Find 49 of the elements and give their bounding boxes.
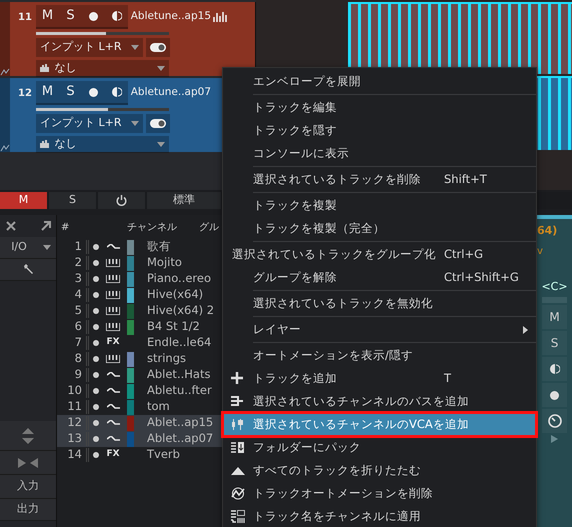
input-label: インプット L+R xyxy=(40,39,122,56)
io-label: I/O xyxy=(10,239,28,256)
channel-name: Ablet..Hats xyxy=(147,366,210,384)
channel-number: 1 xyxy=(74,238,82,256)
channel-name: tom xyxy=(147,398,170,416)
input-label: インプット L+R xyxy=(40,115,122,132)
channel-name: B4 St 1/2 xyxy=(147,318,200,336)
channel-name: Tverb xyxy=(147,446,180,464)
shortcut-label: T xyxy=(444,370,452,387)
shortcut-label: Shift+T xyxy=(444,170,488,188)
number-column-header: # xyxy=(60,220,70,234)
output-label: なし xyxy=(54,136,78,152)
channel-number: 13 xyxy=(66,430,82,448)
fx-label: FX xyxy=(106,448,120,462)
channel-number: 4 xyxy=(74,286,82,304)
channel-number: 5 xyxy=(74,302,82,320)
channel-name: 歌有 xyxy=(147,238,171,256)
channel-number: 8 xyxy=(74,350,82,368)
shortcut-label: Ctrl+G xyxy=(444,246,484,263)
shortcut-label: Ctrl+Shift+G xyxy=(444,268,520,286)
channel-number: 3 xyxy=(74,270,82,288)
pan-label: <C> xyxy=(541,278,568,294)
output-label: なし xyxy=(54,60,78,76)
channel-number: 7 xyxy=(74,334,82,352)
channel-name: Abletu..fter xyxy=(147,382,212,400)
channel-name: Mojito xyxy=(147,254,182,272)
channel-name: Ablet..ap15 xyxy=(147,414,214,432)
channel-name: Ablet..ap07 xyxy=(147,430,214,448)
track-number: 12 xyxy=(17,86,33,100)
channel-column-header: チャンネル xyxy=(127,220,178,234)
channel-number: 2 xyxy=(74,254,82,272)
channel-name: Hive(x64) xyxy=(147,286,204,304)
channel-number: 9 xyxy=(74,366,82,384)
track-name: Abletune..ap15 xyxy=(130,9,211,24)
track-number: 11 xyxy=(17,10,33,24)
channel-number: 12 xyxy=(66,414,82,432)
channel-name: Piano..ereo xyxy=(147,270,212,288)
track-name: Abletune..ap07 xyxy=(130,85,211,100)
channel-name: strings xyxy=(147,350,186,368)
channel-number: 14 xyxy=(66,446,82,464)
insert-fragment: v xyxy=(537,244,543,258)
channel-name: Endle..le64 xyxy=(147,334,212,352)
channel-number: 11 xyxy=(66,398,82,416)
channel-name-fragment: 64) xyxy=(537,223,558,239)
fx-label: FX xyxy=(106,336,120,350)
group-column-header: グル xyxy=(199,220,219,234)
channel-name: Hive(x64) 2 xyxy=(147,302,214,320)
channel-number: 6 xyxy=(74,318,82,336)
channel-number: 10 xyxy=(66,382,82,400)
